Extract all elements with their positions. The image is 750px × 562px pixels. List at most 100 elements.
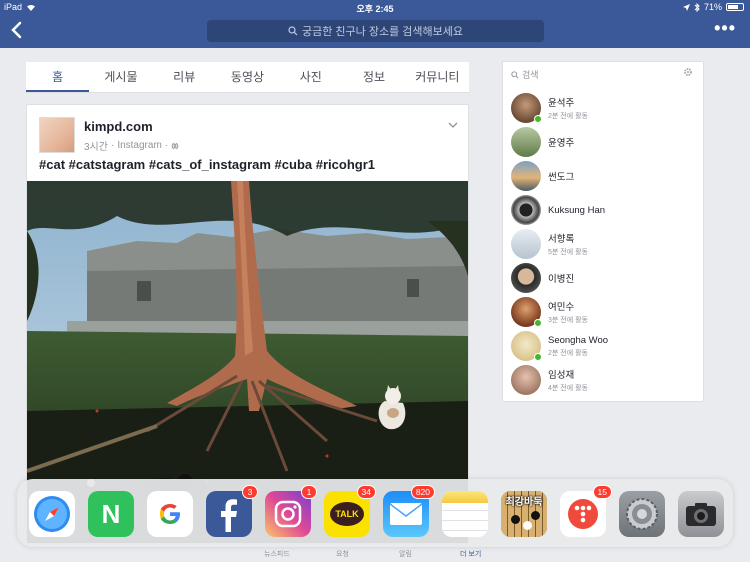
search-icon [511,70,519,79]
settings-app[interactable] [619,491,665,537]
friend-name: 윤석주 [548,98,575,109]
baduk-icon: 최강바둑 [501,491,547,537]
battery-icon [726,3,744,11]
notification-badge: 15 [592,485,612,499]
bluetooth-icon [694,2,700,12]
friend-status: 5분 전에 활동 [548,249,588,256]
google-icon [160,504,180,524]
online-indicator [534,319,542,327]
friend-item[interactable]: 썬도그 [511,159,697,193]
post-author-name[interactable]: kimpd.com [84,119,153,134]
tab-community[interactable]: 커뮤니티 [406,62,469,92]
online-indicator [534,115,542,123]
search-input[interactable]: 궁금한 친구나 장소를 검색해보세요 [207,20,544,42]
friend-name: 서향록 [548,234,575,245]
friend-item[interactable]: Seongha Woo 2분 전에 활동 [511,329,697,363]
tab-notifications[interactable]: 알림 [399,549,412,559]
facebook-icon [221,499,237,532]
friend-avatar [511,229,541,259]
gear-icon [626,498,658,530]
notification-badge: 1 [301,485,317,499]
friend-item[interactable]: 이병진 [511,261,697,295]
friend-item[interactable]: 윤석주 2분 전에 활동 [511,91,697,125]
friend-status: 2분 전에 활동 [548,113,588,120]
bottom-tab-bar: 뉴스피드 요청 알림 더 보기 [0,549,750,562]
notification-badge: 3 [242,485,258,499]
tab-more[interactable]: 더 보기 [460,549,481,559]
camera-icon [686,503,716,526]
facebook-app[interactable]: 3 [206,485,258,537]
camera-app[interactable] [678,491,724,537]
more-button[interactable]: ••• [714,18,736,39]
friend-item[interactable]: 서향록 5분 전에 활동 [511,227,697,261]
mail-app[interactable]: 820 [383,485,435,537]
safari-app[interactable] [29,491,75,537]
baduk-app[interactable]: 최강바둑 [501,491,547,537]
tab-home[interactable]: 홈 [26,62,90,92]
safari-icon [34,496,70,532]
friend-name: 여민수 [548,302,575,313]
battery-percent: 71% [703,2,722,12]
friend-avatar [511,297,542,327]
friend-item[interactable]: 윤영주 [511,125,697,159]
tab-photos[interactable]: 사진 [279,62,342,92]
post-time[interactable]: 3시간 [84,138,108,153]
tab-posts[interactable]: 게시물 [89,62,152,92]
post-author-avatar[interactable] [39,117,75,153]
friend-status: 2분 전에 활동 [548,349,588,357]
friend-avatar [511,161,541,191]
globe-icon [171,141,179,150]
chevron-left-icon [11,21,22,39]
meta-separator: · [110,140,115,151]
back-button[interactable] [10,21,22,43]
nav-bar: 궁금한 친구나 장소를 검색해보세요 ••• [0,14,750,48]
tab-requests[interactable]: 요청 [336,549,349,559]
instagram-icon [274,500,302,528]
friend-avatar [511,195,541,225]
gear-icon [684,68,692,76]
tab-info[interactable]: 정보 [342,62,405,92]
post-meta: 3시간 · Instagram · [84,138,179,153]
notification-badge: 820 [410,485,435,499]
friend-avatar [511,93,542,123]
friend-name: Seongha Woo [548,334,609,346]
instagram-app[interactable]: 1 [265,485,317,537]
google-app[interactable] [147,491,193,537]
friends-search-input[interactable]: 검색 [511,68,539,81]
naver-app[interactable]: N [88,491,134,537]
friend-name: Kuksung Han [548,204,606,216]
post-options-button[interactable] [448,119,458,131]
notes-app[interactable] [442,491,488,537]
tab-newsfeed[interactable]: 뉴스피드 [264,549,290,559]
friend-item[interactable]: Kuksung Han [511,193,697,227]
friend-item[interactable]: 임성재 4분 전에 활동 [511,363,697,397]
tmap-icon [568,499,598,529]
ipad-dock: N 3 1 TALK 34 820 최강바둑 15 [17,479,733,547]
friend-name: 윤영주 [548,138,575,149]
page-tabs: 홈 게시물 리뷰 동영상 사진 정보 커뮤니티 [26,62,469,93]
search-icon [288,26,298,36]
friend-status: 3분 전에 활동 [548,317,588,324]
friend-avatar [511,127,541,157]
online-indicator [534,353,542,361]
status-bar: iPad 오후 2:45 71% [0,0,750,14]
friends-panel: 검색 윤석주 2분 전에 활동 윤영주 썬도그 Kuksung Han 서향록 5분… [502,61,704,402]
friends-settings-button[interactable] [683,67,693,80]
friend-avatar [511,365,541,395]
friend-item[interactable]: 여민수 3분 전에 활동 [511,295,697,329]
kakao-logo-text: TALK [335,509,359,519]
tmap-app[interactable]: 15 [560,485,612,537]
friend-avatar [511,331,542,361]
post-text: #cat #catstagram #cats_of_instagram #cub… [39,157,375,172]
post-source[interactable]: Instagram [117,140,161,151]
notification-badge: 34 [356,485,376,499]
friend-name: 임성재 [548,370,575,381]
tab-videos[interactable]: 동영상 [216,62,279,92]
kakaotalk-app[interactable]: TALK 34 [324,485,376,537]
friend-status: 4분 전에 활동 [548,385,588,392]
tab-reviews[interactable]: 리뷰 [153,62,216,92]
chevron-down-icon [448,122,458,128]
location-icon [682,3,690,11]
kakao-bubble-icon: TALK [330,502,364,526]
friend-name: 썬도그 [548,172,575,183]
